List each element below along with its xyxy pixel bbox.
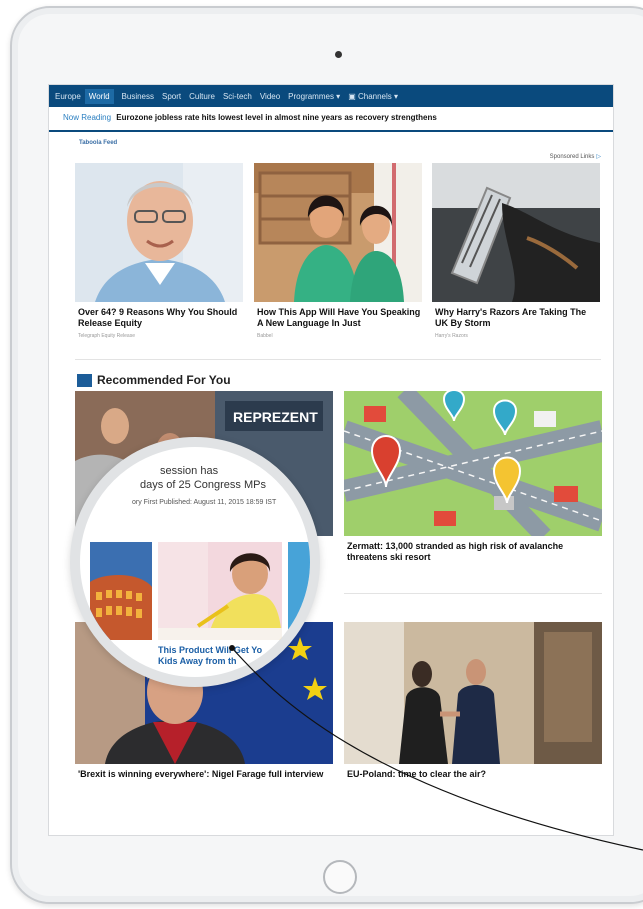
feed-card-3-source: Harry's Razors	[435, 333, 468, 339]
adchoices-icon: ▷	[596, 154, 601, 160]
recommended-heading: Recommended For You	[77, 373, 231, 387]
sponsored-links-label[interactable]: Sponsored Links ▷	[550, 153, 601, 160]
feed-card-2-source: Babbel	[257, 333, 273, 339]
nav-item-programmes[interactable]: Programmes ▾	[288, 92, 340, 101]
feed-card-2-image[interactable]	[254, 163, 422, 302]
nav-item-video[interactable]: Video	[260, 92, 280, 101]
home-button[interactable]	[323, 860, 357, 894]
feed-card-1-headline[interactable]: Over 64? 9 Reasons Why You Should Releas…	[78, 307, 238, 329]
rec-card-4-headline[interactable]: EU-Poland: time to clear the air?	[347, 769, 597, 780]
rec-banner-text: REPREZENT	[233, 409, 318, 425]
magnified-product-image[interactable]	[158, 542, 282, 640]
magnified-headline-line-1[interactable]: This Product Will Get Yo	[158, 645, 262, 656]
feed-card-2-headline[interactable]: How This App Will Have You Speaking A Ne…	[257, 307, 422, 329]
magnified-published-meta: ory First Published: August 11, 2015 18:…	[132, 499, 277, 506]
feed-card-1-source: Telegraph Equity Release	[78, 333, 135, 339]
rec-card-2-image[interactable]	[344, 391, 602, 536]
nav-item-channels[interactable]: ▣ Channels ▾	[348, 92, 398, 101]
magnified-text-line-1: session has	[160, 465, 219, 477]
now-reading-bar: Now Reading Eurozone jobless rate hits l…	[63, 113, 437, 122]
magnifier-overlay: session has days of 25 Congress MPs ory …	[70, 437, 320, 687]
rec-card-4-image[interactable]	[344, 622, 602, 764]
recommended-title: Recommended For You	[97, 373, 231, 387]
now-reading-title[interactable]: Eurozone jobless rate hits lowest level …	[116, 113, 437, 122]
feed-card-3-headline[interactable]: Why Harry's Razors Are Taking The UK By …	[435, 307, 600, 329]
rec-card-2-headline[interactable]: Zermatt: 13,000 stranded as high risk of…	[347, 541, 597, 563]
recommended-logo-icon	[77, 373, 92, 387]
rec-card-3-headline[interactable]: 'Brexit is winning everywhere': Nigel Fa…	[78, 769, 328, 780]
nav-item-europe[interactable]: Europe	[55, 92, 81, 101]
magnified-text-line-2: days of 25 Congress MPs	[140, 479, 266, 491]
feed-card-3-image[interactable]	[432, 163, 600, 302]
nav-item-business[interactable]: Business	[122, 92, 154, 101]
divider	[49, 130, 613, 132]
nav-item-sport[interactable]: Sport	[162, 92, 181, 101]
feed-card-1-image[interactable]	[75, 163, 243, 302]
section-divider	[75, 359, 601, 360]
camera-dot	[335, 51, 342, 58]
now-reading-label: Now Reading	[63, 113, 112, 122]
nav-item-world[interactable]: World	[84, 88, 114, 104]
nav-item-culture[interactable]: Culture	[189, 92, 215, 101]
feed-logo: Taboola Feed	[79, 140, 118, 146]
magnified-colosseum-image[interactable]	[90, 542, 152, 640]
card-divider	[344, 593, 602, 594]
nav-item-sci-tech[interactable]: Sci-tech	[223, 92, 252, 101]
sponsored-text: Sponsored Links	[549, 154, 595, 160]
magnified-headline-line-2[interactable]: Kids Away from th	[158, 656, 237, 667]
nav-bar: Europe World Business Sport Culture Sci-…	[49, 85, 613, 107]
